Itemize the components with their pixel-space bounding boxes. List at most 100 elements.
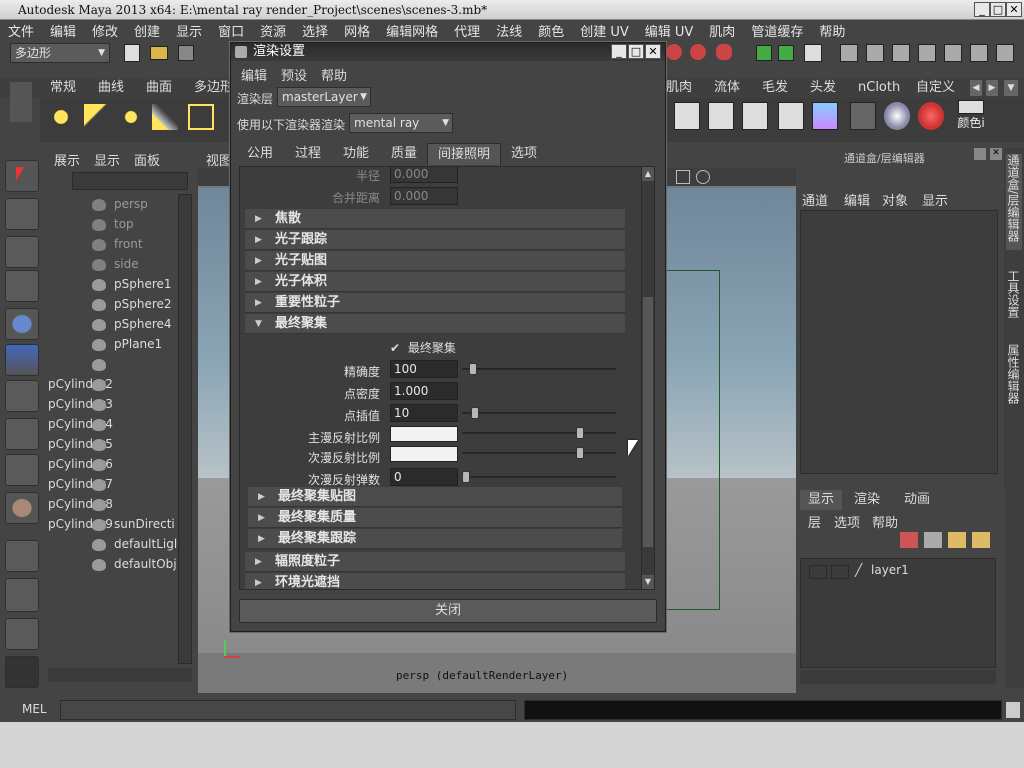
menu-item[interactable]: 编辑 xyxy=(42,21,84,40)
point-density-field[interactable]: 1.000 xyxy=(390,382,458,400)
point-interp-slider[interactable] xyxy=(462,403,616,423)
menu-item[interactable]: 帮助 xyxy=(811,21,853,40)
open-scene-icon[interactable] xyxy=(150,46,168,60)
dialog-minimize-button[interactable]: _ xyxy=(611,44,627,59)
secondary-bounces-field[interactable]: 0 xyxy=(390,468,458,486)
layer-menu-options[interactable]: 选项 xyxy=(834,512,860,531)
menu-item[interactable]: 编辑网格 xyxy=(378,21,446,40)
ipr-render-icon[interactable] xyxy=(866,44,884,62)
outliner-item[interactable]: pSphere2 xyxy=(48,294,178,314)
menu-item[interactable]: 编辑 UV xyxy=(637,21,702,40)
layer-menu-help[interactable]: 帮助 xyxy=(872,512,898,531)
section-final-gather-map[interactable]: ▶ 最终聚集贴图 xyxy=(248,487,622,507)
menu-item[interactable]: 创建 UV xyxy=(572,21,637,40)
show-manipulator-icon[interactable] xyxy=(5,454,39,486)
quick-layout-icon[interactable] xyxy=(5,656,39,688)
tool-settings-icon[interactable] xyxy=(970,44,988,62)
outliner-item[interactable]: defaultLigl xyxy=(48,534,178,554)
outliner-layout-icon[interactable] xyxy=(5,618,39,650)
section-irradiance-particles[interactable]: ▶ 辐照度粒子 xyxy=(245,552,625,572)
history-icon[interactable] xyxy=(756,45,772,61)
secondary-diffuse-slider-knob[interactable] xyxy=(576,447,584,459)
last-tool-icon[interactable] xyxy=(5,492,39,524)
snap-icon[interactable] xyxy=(666,44,682,60)
layer-row[interactable]: ╱ layer1 xyxy=(805,563,993,581)
single-perspective-layout-icon[interactable] xyxy=(5,540,39,572)
menu-item[interactable]: 管道缓存 xyxy=(743,21,811,40)
close-panel-icon[interactable]: ✕ xyxy=(990,148,1002,160)
tab-indirect-lighting[interactable]: 间接照明 xyxy=(427,143,502,165)
attribute-editor-icon[interactable] xyxy=(944,44,962,62)
select-tool-icon[interactable] xyxy=(5,160,39,192)
menu-item[interactable]: 显示 xyxy=(168,21,210,40)
secondary-bounces-slider-knob[interactable] xyxy=(462,471,470,483)
four-view-layout-icon[interactable] xyxy=(5,578,39,612)
point-interp-slider-knob[interactable] xyxy=(471,407,479,419)
menu-item[interactable]: 肌肉 xyxy=(701,21,743,40)
dialog-menu-help[interactable]: 帮助 xyxy=(321,69,347,84)
universal-manipulator-icon[interactable] xyxy=(5,380,39,412)
move-layer-up-icon[interactable] xyxy=(948,532,966,548)
merge-distance-field[interactable]: 0.000 xyxy=(390,187,458,205)
layer-tab-display[interactable]: 显示 xyxy=(800,490,842,510)
paint-brush-icon[interactable] xyxy=(918,102,944,130)
tab-quality[interactable]: 质量 xyxy=(381,143,427,165)
outliner-item[interactable]: defaultObj xyxy=(48,554,178,574)
menu-item[interactable]: 修改 xyxy=(84,21,126,40)
shelf-grip[interactable] xyxy=(10,82,32,122)
tab-features[interactable]: 功能 xyxy=(333,143,379,165)
primary-diffuse-color-swatch[interactable] xyxy=(390,426,458,442)
scrollbar-thumb[interactable] xyxy=(643,297,653,547)
layer-type-toggle[interactable] xyxy=(831,565,849,579)
directional-light-icon[interactable] xyxy=(84,104,110,130)
outliner-item[interactable]: pCylinder4 xyxy=(48,394,178,431)
ambient-light-icon[interactable] xyxy=(48,104,74,130)
side-tab-channel-box[interactable]: 通道盒/层编辑器 xyxy=(1006,154,1022,250)
shelf-tab-hair[interactable]: 头发 xyxy=(804,78,842,98)
render-view-icon[interactable] xyxy=(850,102,876,130)
lasso-tool-icon[interactable] xyxy=(5,198,39,230)
layer-visibility-toggle[interactable] xyxy=(809,565,827,579)
secondary-diffuse-color-swatch[interactable] xyxy=(390,446,458,462)
layer-tab-render[interactable]: 渲染 xyxy=(854,490,880,510)
area-light-icon[interactable] xyxy=(188,104,214,130)
outliner-scrollbar[interactable] xyxy=(178,194,192,664)
viewport-resolution-gate-icon[interactable] xyxy=(676,170,690,184)
shelf-tab-curves[interactable]: 曲线 xyxy=(92,78,130,98)
side-tab-attribute-editor[interactable]: 属性编辑器 xyxy=(1006,344,1022,404)
new-scene-icon[interactable] xyxy=(124,44,140,62)
outliner-hscrollbar[interactable] xyxy=(48,668,192,682)
secondary-bounces-slider[interactable] xyxy=(462,467,616,487)
shelf-tab-ncloth[interactable]: nCloth xyxy=(852,78,906,98)
outliner-search-input[interactable] xyxy=(72,172,188,190)
outliner-item[interactable]: front xyxy=(48,234,178,254)
menu-item[interactable]: 颜色 xyxy=(530,21,572,40)
color-shelf-button[interactable]: 颜色i xyxy=(956,100,986,134)
outliner-menu-panels[interactable]: 面板 xyxy=(134,150,160,169)
shelf-tab-fur[interactable]: 毛发 xyxy=(756,78,794,98)
outliner-item[interactable]: pSphere1 xyxy=(48,274,178,294)
channel-box-toggle-icon[interactable] xyxy=(996,44,1014,62)
outliner-item[interactable]: pSphere4 xyxy=(48,314,178,334)
section-final-gather-tracing[interactable]: ▶ 最终聚集跟踪 xyxy=(248,529,622,549)
shelf-tab-general[interactable]: 常规 xyxy=(44,78,82,98)
render-clapper-icon[interactable] xyxy=(674,102,700,130)
ipr-clapper-icon[interactable] xyxy=(708,102,734,130)
maximize-button[interactable]: □ xyxy=(990,2,1006,17)
render-layer-select[interactable]: masterLayer ▼ xyxy=(277,87,371,107)
viewport-isolate-icon[interactable] xyxy=(696,170,710,184)
radius-field[interactable]: 0.000 xyxy=(390,167,458,183)
spot-light-icon[interactable] xyxy=(152,104,178,130)
menu-item[interactable]: 网格 xyxy=(336,21,378,40)
float-panel-icon[interactable] xyxy=(974,148,986,160)
rotate-tool-icon[interactable] xyxy=(5,308,39,340)
section-photon-tracing[interactable]: ▶ 光子跟踪 xyxy=(245,230,625,250)
dialog-close-button[interactable]: ✕ xyxy=(645,44,661,59)
tab-common[interactable]: 公用 xyxy=(237,143,283,165)
section-photon-volume[interactable]: ▶ 光子体积 xyxy=(245,272,625,292)
tab-options[interactable]: 选项 xyxy=(501,143,547,165)
dialog-menu-presets[interactable]: 预设 xyxy=(281,69,307,84)
accuracy-field[interactable]: 100 xyxy=(390,360,458,378)
accuracy-slider[interactable] xyxy=(462,359,616,379)
renderer-select[interactable]: mental ray ▼ xyxy=(349,113,453,133)
